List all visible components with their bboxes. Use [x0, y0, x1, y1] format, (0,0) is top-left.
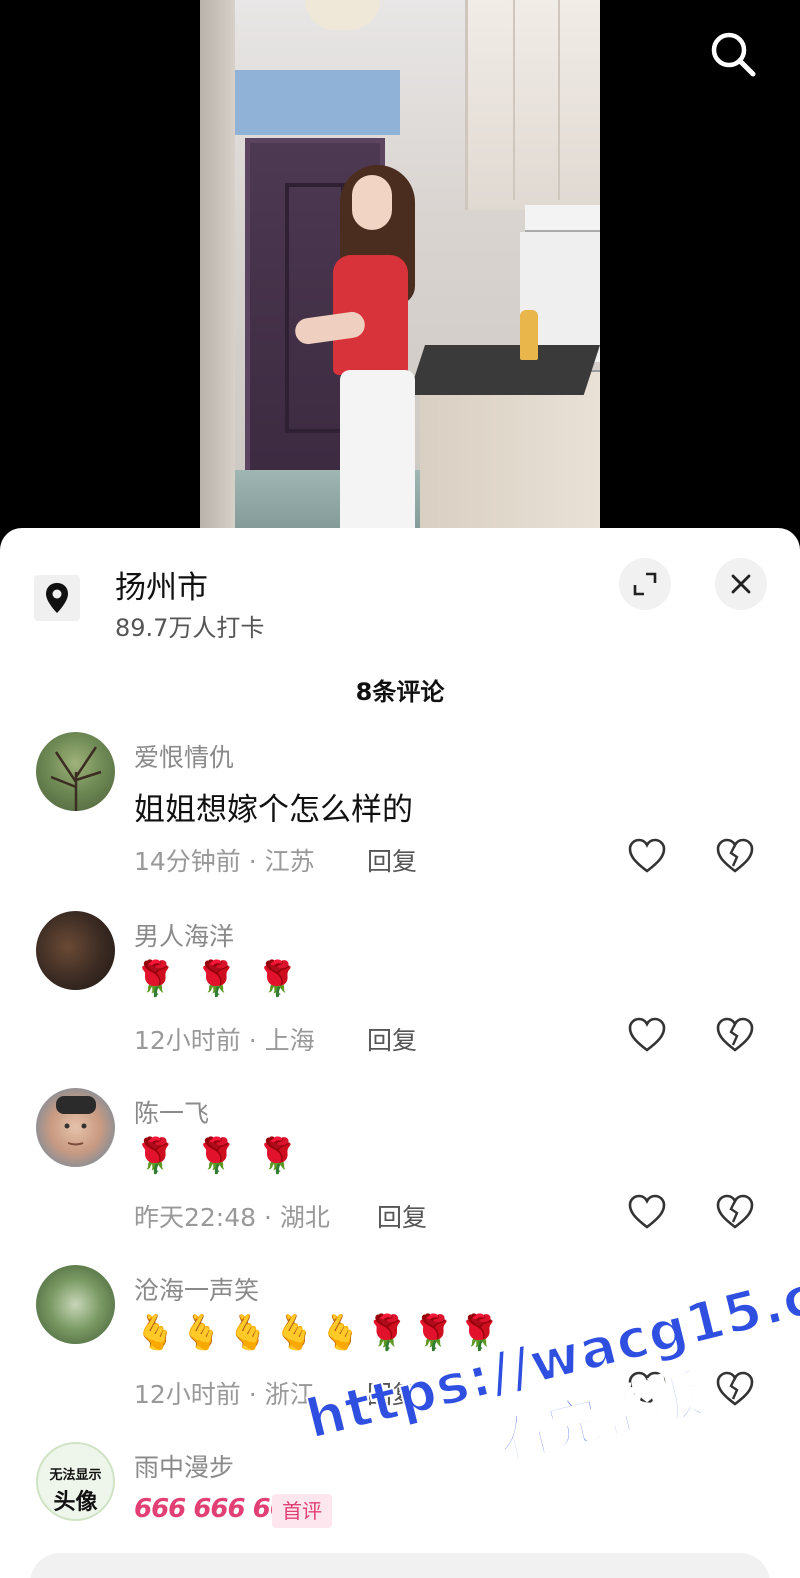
comment-meta: 14分钟前 · 江苏 — [134, 847, 315, 876]
scene-person-face — [352, 175, 392, 230]
avatar[interactable] — [36, 732, 115, 811]
location-title: 扬州市 — [115, 570, 208, 606]
like-button[interactable] — [627, 1192, 667, 1232]
dislike-button[interactable] — [715, 1369, 755, 1409]
avatar-placeholder-text: 无法显示 — [49, 1468, 102, 1483]
avatar[interactable] — [36, 1265, 115, 1344]
reply-button[interactable]: 回复 — [377, 1198, 427, 1234]
scene-wall — [200, 0, 235, 545]
scene-blue-wall — [235, 70, 400, 135]
comment-author[interactable]: 爱恨情仇 — [134, 738, 234, 774]
avatar-tree-image — [50, 746, 102, 811]
scene-cabinet-divider — [558, 0, 560, 200]
like-button[interactable] — [627, 1015, 667, 1055]
comment-author[interactable]: 雨中漫步 — [134, 1448, 234, 1484]
scene-range-hood — [525, 205, 600, 233]
dislike-button[interactable] — [715, 836, 755, 876]
close-icon — [731, 574, 751, 594]
dislike-button[interactable] — [715, 1015, 755, 1055]
reply-button[interactable]: 回复 — [367, 842, 417, 878]
scene-ceiling-light — [305, 0, 380, 30]
location-icon-box — [34, 575, 80, 621]
comment-emoji: 🫰🫰🫰🫰🫰🌹🌹🌹 — [134, 1313, 505, 1353]
like-button[interactable] — [627, 1369, 667, 1409]
reply-button[interactable]: 回复 — [367, 1375, 417, 1411]
heart-icon — [628, 1194, 666, 1229]
expand-icon — [633, 572, 657, 596]
scene-bottle — [520, 310, 538, 360]
comment-count-title: 8条评论 — [355, 678, 445, 706]
comment-meta: 12小时前 · 上海 — [134, 1026, 315, 1055]
comment-author[interactable]: 陈一飞 — [134, 1094, 209, 1130]
reply-button[interactable]: 回复 — [367, 1021, 417, 1057]
scene-person-pants — [340, 370, 415, 545]
avatar[interactable] — [36, 911, 115, 990]
comment-emoji: 🌹 🌹 🌹 — [134, 959, 303, 999]
comment-text: 姐姐想嫁个怎么样的 — [134, 792, 413, 828]
avatar-placeholder-text: 头像 — [53, 1490, 98, 1515]
close-button[interactable] — [715, 558, 767, 610]
like-button[interactable] — [627, 836, 667, 876]
broken-heart-icon — [716, 1017, 754, 1052]
video-player[interactable] — [0, 0, 800, 545]
heart-icon — [628, 1371, 666, 1406]
scene-countertop — [408, 345, 600, 395]
comment-meta: 12小时前 · 浙江 — [134, 1380, 315, 1409]
heart-icon — [628, 1017, 666, 1052]
comment-input-bar[interactable] — [30, 1553, 770, 1578]
search-button[interactable] — [707, 28, 759, 80]
first-comment-badge: 首评 — [272, 1494, 332, 1528]
comment-item: 爱恨情仇 姐姐想嫁个怎么样的 14分钟前 · 江苏 回复 — [0, 732, 800, 902]
comment-emoji: 🌹 🌹 🌹 — [134, 1136, 303, 1176]
video-frame — [200, 0, 600, 545]
comment-meta: 昨天22:48 · 湖北 — [134, 1203, 330, 1232]
broken-heart-icon — [716, 838, 754, 873]
heart-icon — [628, 838, 666, 873]
avatar-face-image — [56, 1096, 96, 1146]
broken-heart-icon — [716, 1194, 754, 1229]
avatar[interactable]: 无法显示 头像 — [36, 1442, 115, 1521]
comments-sheet: 扬州市 89.7万人打卡 8条评论 爱恨情仇 姐姐想嫁个怎么样的 14分钟前 ·… — [0, 528, 800, 1578]
scene-upper-cabinets — [465, 0, 600, 210]
location-pin-icon — [46, 583, 68, 613]
broken-heart-icon — [716, 1371, 754, 1406]
expand-button[interactable] — [619, 558, 671, 610]
scene-lower-cabinets — [420, 370, 600, 545]
scene-cabinet-divider — [513, 0, 515, 200]
comment-author[interactable]: 沧海一声笑 — [134, 1271, 259, 1307]
location-checkin-count: 89.7万人打卡 — [115, 614, 265, 642]
search-icon — [711, 32, 756, 77]
comment-author[interactable]: 男人海洋 — [134, 917, 234, 953]
comment-item: 男人海洋 🌹 🌹 🌹 12小时前 · 上海 回复 — [0, 911, 800, 1081]
comment-item: 陈一飞 🌹 🌹 🌹 昨天22:48 · 湖北 回复 — [0, 1088, 800, 1258]
dislike-button[interactable] — [715, 1192, 755, 1232]
location-header[interactable]: 扬州市 89.7万人打卡 — [0, 528, 800, 648]
comment-item: 沧海一声笑 🫰🫰🫰🫰🫰🌹🌹🌹 12小时前 · 浙江 回复 — [0, 1265, 800, 1435]
avatar[interactable] — [36, 1088, 115, 1167]
